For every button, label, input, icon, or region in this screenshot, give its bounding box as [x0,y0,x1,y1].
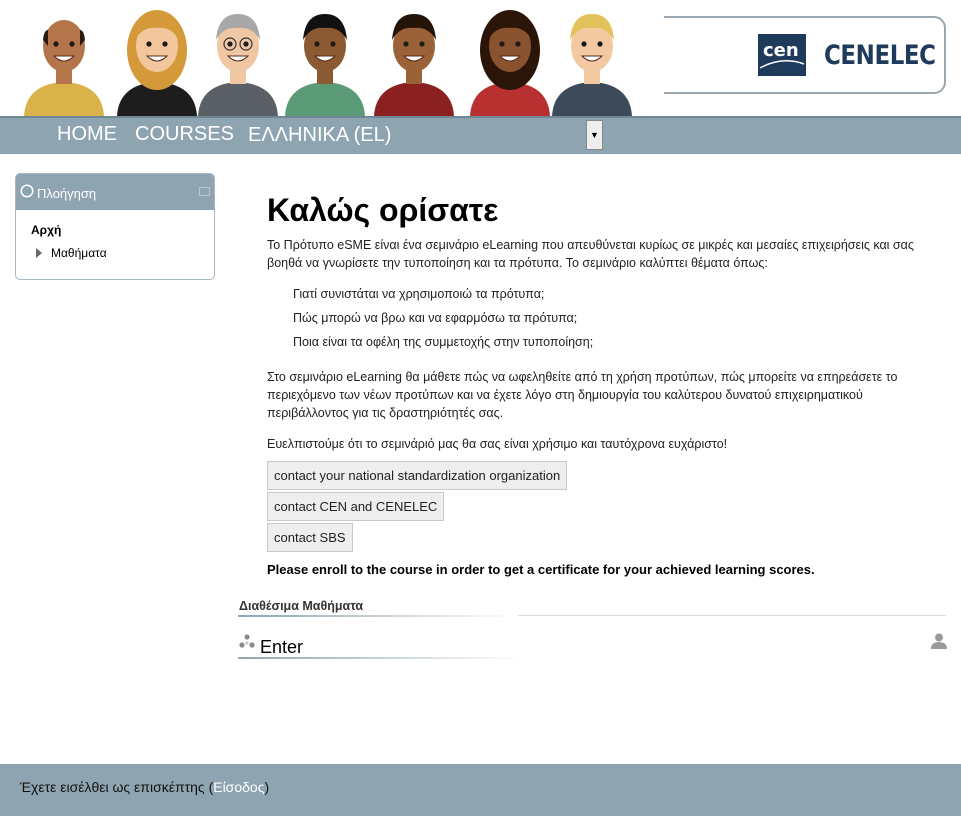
top-navigation-bar: HOME COURSES ΕΛΛΗΝΙΚΑ (EL) ▼ [0,116,961,154]
nav-tree-home[interactable]: Αρχή [31,223,61,237]
language-dropdown-button[interactable]: ▼ [586,120,603,150]
contact-national-org-button[interactable]: contact your national standardization or… [267,461,568,490]
contact-buttons: contact your national standardization or… [267,461,927,554]
enroll-notice: Please enroll to the course in order to … [267,562,815,577]
nav-tree-courses-label: Μαθήματα [51,246,107,260]
course-icon [239,634,255,648]
contact-cen-cenelec-button[interactable]: contact CEN and CENELEC [267,492,445,521]
avatar-5 [374,14,454,116]
intro-paragraph: Το Πρότυπο eSME είναι ένα σεμινάριο eLea… [267,238,914,270]
nav-tree-courses[interactable]: Μαθήματα [36,246,107,260]
language-menu[interactable]: ΕΛΛΗΝΙΚΑ (EL) [248,124,391,147]
divider [238,615,518,617]
page-header: cen CENELEC [0,0,961,116]
available-courses-title: Διαθέσιμα Μαθήματα [239,599,364,613]
navigation-block-title: Πλοήγηση [37,186,97,201]
login-info-text: Έχετε εισέλθει ως επισκέπτης ( [20,779,214,795]
cenelec-logo-text: CENELEC [824,40,936,71]
topic-item: Γιατί συνιστάται να χρησιμοποιώ τα πρότυ… [293,287,545,301]
topics-list: Γιατί συνιστάται να χρησιμοποιώ τα πρότυ… [293,282,927,354]
login-info-close: ) [264,779,270,795]
navigation-block-header: Πλοήγηση [16,174,214,210]
cen-cenelec-logo[interactable]: cen CENELEC [664,16,946,94]
topic-item: Ποια είναι τα οφέλη της συμμετοχής στην … [293,335,594,349]
available-courses-header: Διαθέσιμα Μαθήματα [238,598,946,617]
benefits-paragraph: Στο σεμινάριο eLearning θα μάθετε πώς να… [267,370,898,420]
avatar-banner [0,0,640,116]
cen-logo-mark: cen [758,34,806,76]
avatar-4 [285,14,365,116]
avatar-7 [552,14,632,116]
avatar-6 [470,10,550,116]
avatar-1 [24,20,104,116]
nav-home-link[interactable]: HOME [57,123,117,146]
guest-user-icon [931,633,947,649]
minimize-icon[interactable] [199,187,210,196]
collapsed-arrow-icon [36,248,42,258]
nav-courses-link[interactable]: COURSES [135,123,234,146]
course-list-item: Enter [238,632,948,662]
avatar-3 [198,14,278,116]
avatar-2 [117,10,197,116]
main-content: Καλώς ορίσατε Το Πρότυπο eSME είναι ένα … [267,190,927,577]
chevron-down-icon: ▼ [590,130,599,140]
topic-item: Πώς μπορώ να βρω και να εφαρμόσω τα πρότ… [293,311,578,325]
login-link[interactable]: Είσοδος [213,779,264,795]
divider [238,657,524,659]
closing-paragraph: Ευελπιστούμε ότι το σεμινάριό μας θα σας… [267,437,728,451]
navigation-block: Πλοήγηση Αρχή Μαθήματα [15,173,215,280]
login-info: Έχετε εισέλθει ως επισκέπτης (Είσοδος) [20,779,269,795]
page-footer: Έχετε εισέλθει ως επισκέπτης (Είσοδος) [0,764,961,816]
compass-icon [20,184,34,198]
course-link[interactable]: Enter [260,637,303,658]
contact-sbs-button[interactable]: contact SBS [267,523,353,552]
page-title: Καλώς ορίσατε [267,192,499,228]
svg-text:cen: cen [763,40,799,61]
